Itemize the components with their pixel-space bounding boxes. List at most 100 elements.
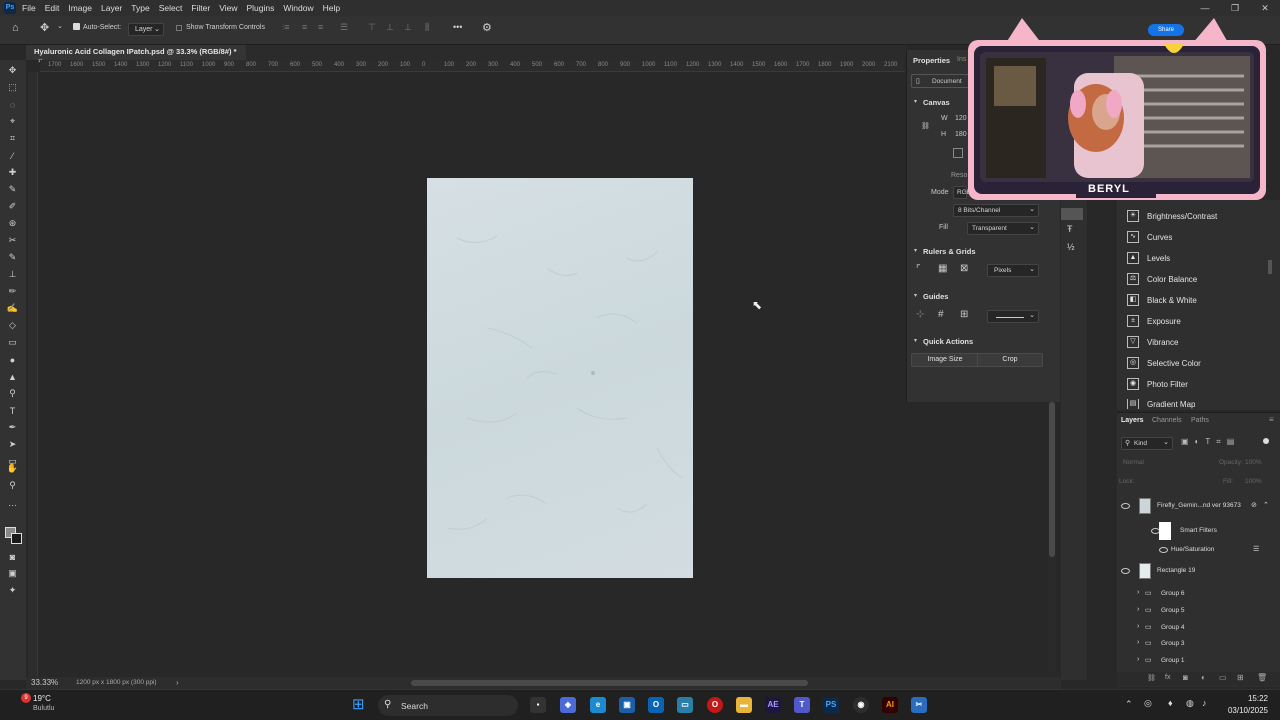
layer-row[interactable]: Hue/Saturation ☰ <box>1117 543 1280 557</box>
menu-view[interactable]: View <box>219 3 237 13</box>
chevron-right-icon[interactable]: › <box>1137 623 1139 630</box>
adjustment-photo-filter[interactable]: ◉ Photo Filter <box>1127 378 1188 390</box>
guide-layout-icon[interactable]: # <box>938 309 944 320</box>
menu-window[interactable]: Window <box>283 3 313 13</box>
layer-filter-icons[interactable]: ▣◐T⌗▤ <box>1181 437 1240 447</box>
edge-icon[interactable]: e <box>590 697 606 713</box>
path-select-icon[interactable]: ➤ <box>6 438 19 451</box>
monitor-app-icon[interactable]: ▭ <box>677 697 693 713</box>
stamp-tool-icon[interactable]: ⊛ <box>6 217 19 230</box>
rulers-grids-header[interactable]: Rulers & Grids <box>923 247 976 256</box>
marquee-tool-icon[interactable]: ⬚ <box>6 81 19 94</box>
blend-mode-select[interactable]: Normal <box>1123 459 1144 466</box>
opera-icon[interactable]: O <box>707 697 723 713</box>
layer-row[interactable]: Smart Filters <box>1117 521 1280 541</box>
filter-toggle[interactable] <box>1263 438 1269 444</box>
mask-icon[interactable]: ◙ <box>1183 673 1188 682</box>
gear-icon[interactable]: ⚙ <box>482 21 492 34</box>
share-button[interactable]: Share <box>1148 24 1184 36</box>
show-transform-checkbox[interactable] <box>176 25 182 31</box>
clone-stamp-icon[interactable]: ⊥ <box>6 268 19 281</box>
menu-file[interactable]: File <box>22 3 36 13</box>
opacity-field[interactable]: 100% <box>1245 459 1262 466</box>
distribute-icon[interactable]: ☰ <box>340 22 348 33</box>
vertical-scroll-thumb[interactable] <box>1049 402 1055 557</box>
tab-paths[interactable]: Paths <box>1191 417 1209 424</box>
zoom-tool-icon[interactable]: ⚲ <box>6 479 19 492</box>
document-tab[interactable]: Hyaluronic Acid Collagen IPatch.psd @ 33… <box>26 45 246 65</box>
photoshop-taskbar-icon[interactable]: PS <box>823 697 839 713</box>
spot-heal-icon[interactable]: ✎ <box>6 183 19 196</box>
guide-style-select[interactable]: ⌄ <box>987 310 1039 323</box>
guides-header[interactable]: Guides <box>923 292 948 301</box>
chevron-up-icon[interactable]: ⌃ <box>1263 501 1269 509</box>
sharpen-tool-icon[interactable]: ▲ <box>6 370 19 383</box>
pixel-grid-icon[interactable]: ⊠ <box>960 263 968 274</box>
history-brush-icon[interactable]: ✂ <box>6 234 19 247</box>
more-options-icon[interactable]: ••• <box>453 22 462 32</box>
menu-plugins[interactable]: Plugins <box>246 3 274 13</box>
fill-field[interactable]: 100% <box>1245 478 1262 485</box>
bit-depth-select[interactable]: 8 Bits/Channel ⌄ <box>953 204 1039 217</box>
guide-icon[interactable]: ⊹ <box>916 309 924 320</box>
chevron-down-icon[interactable]: ▾ <box>914 337 917 344</box>
type-icon[interactable]: Ŧ <box>1067 224 1073 234</box>
adjustment-vibrance[interactable]: ▽ Vibrance <box>1127 336 1178 348</box>
home-icon[interactable]: ⌂ <box>12 22 19 34</box>
layer-filter-select[interactable]: ⚲ Kind ⌄ <box>1121 437 1173 450</box>
gradient-tool-icon[interactable]: ▭ <box>6 336 19 349</box>
chevron-down-icon[interactable]: ▾ <box>914 292 917 299</box>
chevron-down-icon[interactable]: ▾ <box>914 247 917 254</box>
link-icon[interactable]: ⛓ <box>921 122 930 130</box>
menu-select[interactable]: Select <box>159 3 183 13</box>
quick-mask-icon[interactable]: ◙ <box>6 550 19 563</box>
adjustment-gradient-map[interactable]: ▤ Gradient Map <box>1127 399 1195 409</box>
tab-layers[interactable]: Layers <box>1121 417 1144 424</box>
adjustment-curves[interactable]: ∿ Curves <box>1127 231 1172 243</box>
chevron-up-icon[interactable]: ⌃ <box>1125 699 1133 710</box>
paragraph-icon[interactable]: ½ <box>1067 242 1075 252</box>
illustrator-icon[interactable]: AI <box>882 697 898 713</box>
hand-tool-icon[interactable]: ✋ <box>6 462 19 475</box>
adjustment-levels[interactable]: ▲ Levels <box>1127 252 1170 264</box>
teams-icon[interactable]: T <box>794 697 810 713</box>
snipping-tool-icon[interactable]: ✂ <box>911 697 927 713</box>
distribute-vertical-icon[interactable]: ⫼ <box>425 22 429 33</box>
align-bottom-icon[interactable]: ⊥ <box>404 22 412 33</box>
layer-row[interactable]: › ▭ Group 5 <box>1117 603 1280 619</box>
background-color-swatch[interactable] <box>11 533 22 544</box>
copilot-icon[interactable]: ◈ <box>560 697 576 713</box>
grid-icon[interactable]: ▦ <box>938 263 947 274</box>
more-tools-icon[interactable]: … <box>6 496 19 509</box>
adjustment-selective-color[interactable]: ◎ Selective Color <box>1127 357 1201 369</box>
align-center-icon[interactable]: ≡ <box>302 22 307 32</box>
layer-row[interactable]: › ▭ Group 6 <box>1117 586 1280 602</box>
weather-temp[interactable]: 19°C <box>33 694 51 703</box>
menu-edit[interactable]: Edit <box>45 3 60 13</box>
zoom-level[interactable]: 33.33% <box>31 678 58 687</box>
move-tool-icon[interactable]: ✥ <box>6 64 19 77</box>
task-view-icon[interactable]: ▪ <box>530 697 546 713</box>
clock-time[interactable]: 15:22 <box>1222 694 1268 703</box>
adjustment-color-balance[interactable]: ⚖ Color Balance <box>1127 273 1197 285</box>
layer-row[interactable]: › ▭ Group 1 <box>1117 653 1280 669</box>
eyedropper-tool-icon[interactable]: ⁄ <box>6 149 19 162</box>
layer-row[interactable]: Rectangle 19 <box>1117 561 1280 581</box>
filter-options-icon[interactable]: ☰ <box>1253 545 1259 553</box>
eye-icon[interactable] <box>1159 547 1168 553</box>
horizontal-scroll-thumb[interactable] <box>411 680 808 686</box>
align-top-icon[interactable]: ⊤ <box>368 22 376 33</box>
adjustment-brightness-contrast[interactable]: ☀ Brightness/Contrast <box>1127 210 1217 222</box>
windows-start-icon[interactable]: ⊞ <box>352 697 368 713</box>
adjustment-black-white[interactable]: ◧ Black & White <box>1127 294 1197 306</box>
add-guide-icon[interactable]: ⊞ <box>960 309 968 320</box>
generative-icon[interactable]: ✦ <box>6 584 19 597</box>
units-select[interactable]: Pixels ⌄ <box>987 264 1039 277</box>
new-group-icon[interactable]: ▭ <box>1219 673 1227 682</box>
orientation-icon[interactable] <box>953 148 963 158</box>
adjustments-scrollbar[interactable] <box>1268 260 1272 274</box>
document-canvas[interactable] <box>427 178 693 578</box>
chevron-down-icon[interactable]: ▾ <box>914 98 917 105</box>
pen-tool-icon[interactable]: ✒ <box>6 421 19 434</box>
menu-layer[interactable]: Layer <box>101 3 122 13</box>
